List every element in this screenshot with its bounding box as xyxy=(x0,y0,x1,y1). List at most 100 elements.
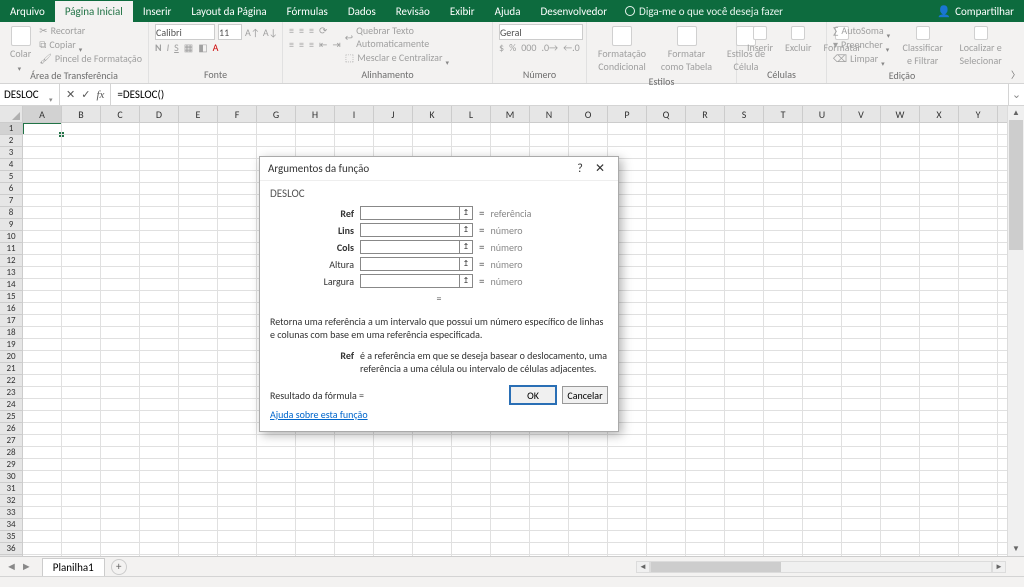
row-header[interactable]: 23 xyxy=(0,387,22,399)
row-header[interactable]: 35 xyxy=(0,531,22,543)
align-center-icon[interactable]: ≡ xyxy=(299,38,304,51)
column-header[interactable]: T xyxy=(764,106,803,122)
sheet-nav-next-icon[interactable]: ► xyxy=(21,560,32,573)
dialog-help-button[interactable]: ? xyxy=(570,162,590,176)
decrease-indent-icon[interactable]: ⇤ xyxy=(319,38,327,51)
column-header[interactable]: L xyxy=(452,106,491,122)
decrease-decimal-icon[interactable]: ←.0 xyxy=(563,41,580,54)
tab-ajuda[interactable]: Ajuda xyxy=(485,1,531,22)
row-header[interactable]: 11 xyxy=(0,243,22,255)
row-header[interactable]: 33 xyxy=(0,507,22,519)
increase-indent-icon[interactable]: ⇥ xyxy=(332,38,340,51)
row-header[interactable]: 4 xyxy=(0,159,22,171)
decrease-font-icon[interactable]: A↓ xyxy=(263,26,278,39)
scroll-up-icon[interactable]: ▲ xyxy=(1008,106,1024,120)
row-header[interactable]: 13 xyxy=(0,267,22,279)
dialog-titlebar[interactable]: Argumentos da função ? ✕ xyxy=(260,157,618,181)
arg-input-cols[interactable] xyxy=(360,240,460,254)
font-family-select[interactable] xyxy=(155,24,215,40)
scroll-down-icon[interactable]: ▼ xyxy=(1008,542,1024,556)
row-header[interactable]: 8 xyxy=(0,207,22,219)
row-header[interactable]: 20 xyxy=(0,351,22,363)
column-header[interactable]: X xyxy=(920,106,959,122)
range-picker-icon[interactable]: ↥ xyxy=(459,257,473,271)
tab-formulas[interactable]: Fórmulas xyxy=(277,1,338,22)
column-header[interactable]: O xyxy=(569,106,608,122)
horizontal-scroll-thumb[interactable] xyxy=(651,562,781,572)
tell-me-search[interactable]: Diga-me o que você deseja fazer xyxy=(617,5,791,18)
function-help-link[interactable]: Ajuda sobre esta função xyxy=(270,408,368,421)
column-header[interactable]: K xyxy=(413,106,452,122)
dialog-close-button[interactable]: ✕ xyxy=(590,161,610,176)
bold-button[interactable]: N xyxy=(155,41,162,54)
cancel-button[interactable]: Cancelar xyxy=(562,386,608,404)
find-select-button[interactable]: Localizar e Selecionar xyxy=(953,24,1009,69)
clear-button[interactable]: ⌫Limpar xyxy=(833,52,893,65)
conditional-formatting-button[interactable]: Formatação Condicional xyxy=(593,24,651,75)
align-left-icon[interactable]: ≡ xyxy=(289,38,294,51)
row-header[interactable]: 16 xyxy=(0,303,22,315)
row-header[interactable]: 15 xyxy=(0,291,22,303)
row-header[interactable]: 10 xyxy=(0,231,22,243)
align-top-icon[interactable]: ≡ xyxy=(289,24,294,37)
tab-revisao[interactable]: Revisão xyxy=(386,1,440,22)
row-header[interactable]: 2 xyxy=(0,135,22,147)
column-header[interactable]: W xyxy=(881,106,920,122)
row-header[interactable]: 14 xyxy=(0,279,22,291)
insert-cells-button[interactable]: Inserir xyxy=(743,24,777,56)
copy-button[interactable]: ⧉Copiar xyxy=(39,38,142,51)
row-header[interactable]: 32 xyxy=(0,495,22,507)
arg-input-lins[interactable] xyxy=(360,223,460,237)
add-sheet-button[interactable]: + xyxy=(111,559,127,575)
wrap-text-button[interactable]: ↩Quebrar Texto Automaticamente xyxy=(345,24,486,50)
vertical-scroll-thumb[interactable] xyxy=(1009,120,1023,250)
column-header[interactable]: Y xyxy=(959,106,998,122)
tab-inserir[interactable]: Inserir xyxy=(133,1,182,22)
column-header[interactable]: I xyxy=(335,106,374,122)
arg-input-altura[interactable] xyxy=(360,257,460,271)
arg-input-largura[interactable] xyxy=(360,274,460,288)
format-as-table-button[interactable]: Formatar como Tabela xyxy=(655,24,718,75)
formula-input[interactable]: =DESLOC() xyxy=(111,88,1008,101)
column-header[interactable]: P xyxy=(608,106,647,122)
ok-button[interactable]: OK xyxy=(510,386,556,404)
enter-formula-icon[interactable]: ✓ xyxy=(81,88,90,101)
column-header[interactable]: S xyxy=(725,106,764,122)
column-header[interactable]: R xyxy=(686,106,725,122)
column-header[interactable]: G xyxy=(257,106,296,122)
column-header[interactable]: F xyxy=(218,106,257,122)
autosum-button[interactable]: ∑AutoSoma xyxy=(833,24,893,37)
tab-arquivo[interactable]: Arquivo xyxy=(0,1,55,22)
column-header[interactable]: D xyxy=(140,106,179,122)
column-header[interactable]: H xyxy=(296,106,335,122)
scroll-right-icon[interactable]: ► xyxy=(992,561,1006,573)
row-header[interactable]: 24 xyxy=(0,399,22,411)
row-header[interactable]: 26 xyxy=(0,423,22,435)
row-header[interactable]: 36 xyxy=(0,543,22,555)
cut-button[interactable]: ✂Recortar xyxy=(39,24,142,37)
tab-exibir[interactable]: Exibir xyxy=(440,1,485,22)
column-header[interactable]: N xyxy=(530,106,569,122)
range-picker-icon[interactable]: ↥ xyxy=(459,274,473,288)
row-header[interactable]: 6 xyxy=(0,183,22,195)
row-header[interactable]: 17 xyxy=(0,315,22,327)
row-header[interactable]: 29 xyxy=(0,459,22,471)
insert-function-icon[interactable]: fx xyxy=(96,89,104,101)
number-format-select[interactable] xyxy=(499,24,583,40)
column-header[interactable]: E xyxy=(179,106,218,122)
font-size-select[interactable] xyxy=(218,24,242,40)
column-header[interactable]: B xyxy=(62,106,101,122)
row-header[interactable]: 34 xyxy=(0,519,22,531)
column-header[interactable]: U xyxy=(803,106,842,122)
align-bottom-icon[interactable]: ≡ xyxy=(309,24,314,37)
range-picker-icon[interactable]: ↥ xyxy=(459,240,473,254)
row-header[interactable]: 25 xyxy=(0,411,22,423)
range-picker-icon[interactable]: ↥ xyxy=(459,223,473,237)
sheet-tab[interactable]: Planilha1 xyxy=(42,558,105,576)
row-header[interactable]: 9 xyxy=(0,219,22,231)
tab-dados[interactable]: Dados xyxy=(338,1,386,22)
align-right-icon[interactable]: ≡ xyxy=(309,38,314,51)
column-header[interactable]: C xyxy=(101,106,140,122)
orientation-icon[interactable]: ⟳ xyxy=(319,24,327,37)
row-header[interactable]: 19 xyxy=(0,339,22,351)
